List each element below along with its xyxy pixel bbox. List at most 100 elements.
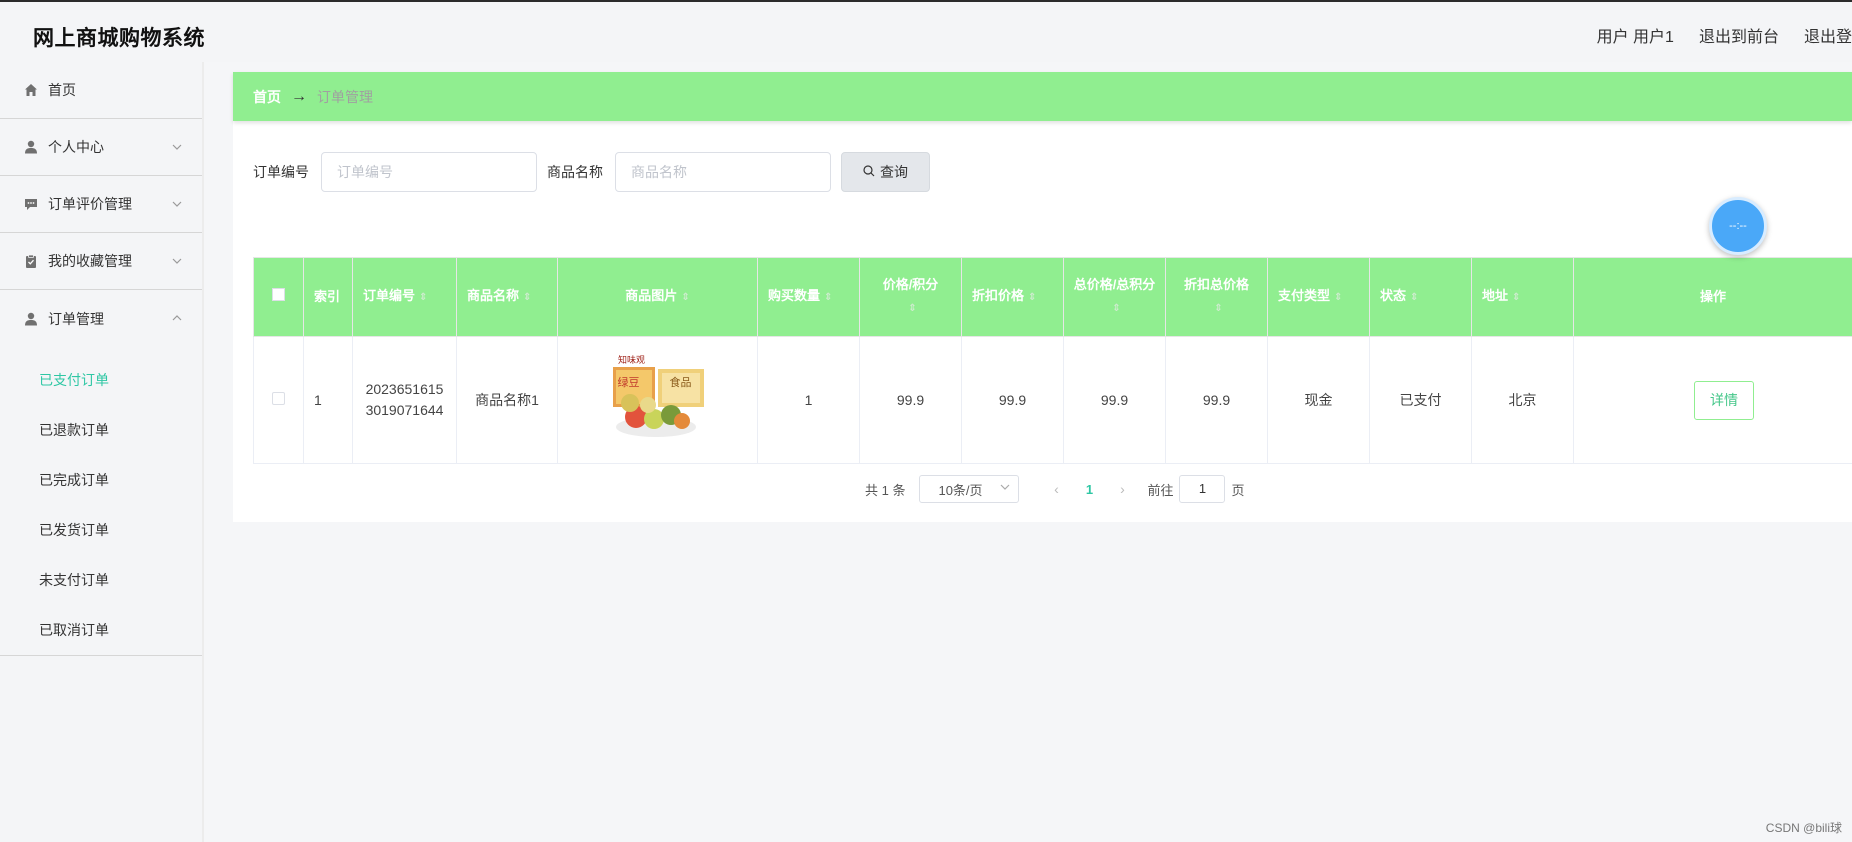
chevron-down-icon xyxy=(1000,482,1010,493)
goto-page-input[interactable]: 1 xyxy=(1179,475,1226,503)
exit-to-front-link[interactable]: 退出到前台 xyxy=(1699,23,1779,47)
column-header-payment-type[interactable]: 支付类型 ⇕ xyxy=(1267,257,1370,337)
breadcrumb-current: 订单管理 xyxy=(317,88,373,105)
sort-icon[interactable]: ⇕ xyxy=(1112,298,1120,320)
orders-table: 索引 订单编号 ⇕ 商品名称 ⇕ 商品图片 ⇕ 购买数量 ⇕ 价格/积分 ⇕ 折扣价格 ⇕ … xyxy=(253,257,1852,464)
sidebar-item-home[interactable]: 首页 xyxy=(0,62,202,119)
sort-icon[interactable]: ⇕ xyxy=(908,298,916,320)
next-page-icon[interactable]: › xyxy=(1107,481,1137,497)
top-header: 网上商城购物系统 用户 用户1 退出到前台 退出登 xyxy=(0,2,1852,62)
column-header-product-image[interactable]: 商品图片 ⇕ xyxy=(557,257,758,337)
submenu-item-unpaid-orders[interactable]: 未支付订单 xyxy=(0,555,202,605)
sort-icon[interactable]: ⇕ xyxy=(419,287,427,309)
floating-assistant-ball[interactable]: --:-- xyxy=(1709,197,1767,255)
sidebar-item-order-management[interactable]: 订单管理 xyxy=(0,290,202,347)
chevron-down-icon xyxy=(172,141,182,153)
floating-ball-label: --:-- xyxy=(1729,220,1747,232)
search-button-label: 查询 xyxy=(880,164,908,180)
order-no-label: 订单编号 xyxy=(253,164,309,180)
column-header-discount-price[interactable]: 折扣价格 ⇕ xyxy=(961,257,1064,337)
product-box-text-2: 食品 xyxy=(669,377,692,389)
submenu-item-completed-orders[interactable]: 已完成订单 xyxy=(0,455,202,505)
row-select-cell xyxy=(253,336,304,464)
sort-icon[interactable]: ⇕ xyxy=(824,287,832,309)
home-icon xyxy=(24,83,38,97)
column-header-index: 索引 xyxy=(303,257,353,337)
sort-icon[interactable]: ⇕ xyxy=(1512,287,1520,309)
column-header-product-name[interactable]: 商品名称 ⇕ xyxy=(456,257,558,337)
search-button[interactable]: 查询 xyxy=(841,152,930,192)
sort-icon[interactable]: ⇕ xyxy=(1214,298,1222,320)
sidebar-item-order-review[interactable]: 订单评价管理 xyxy=(0,176,202,233)
row-discount-total: 99.9 xyxy=(1165,336,1268,464)
row-payment-type: 现金 xyxy=(1267,336,1370,464)
submenu-item-paid-orders[interactable]: 已支付订单 xyxy=(0,355,202,405)
column-header-discount-total[interactable]: 折扣总价格 ⇕ xyxy=(1165,257,1268,337)
sidebar-item-label: 我的收藏管理 xyxy=(48,253,132,269)
row-price: 99.9 xyxy=(859,336,962,464)
order-submenu: 已支付订单 已退款订单 已完成订单 已发货订单 未支付订单 已取消订单 xyxy=(0,347,202,656)
breadcrumb-home[interactable]: 首页 xyxy=(253,87,281,107)
page-number-current[interactable]: 1 xyxy=(1071,482,1107,497)
submenu-item-cancelled-orders[interactable]: 已取消订单 xyxy=(0,605,202,655)
row-product-image: 知味观 绿豆 食品 xyxy=(557,336,758,464)
goto-label: 前往 xyxy=(1147,482,1174,498)
row-status: 已支付 xyxy=(1369,336,1472,464)
sidebar: 首页 个人中心 订单评价管理 我的收藏管理 订单管理 已支付订单 已退款订单 已… xyxy=(0,62,204,842)
column-header-order-no[interactable]: 订单编号 ⇕ xyxy=(352,257,457,337)
table-header-row: 索引 订单编号 ⇕ 商品名称 ⇕ 商品图片 ⇕ 购买数量 ⇕ 价格/积分 ⇕ 折扣价格 ⇕ … xyxy=(253,257,1852,337)
pagination-total: 共 1 条 xyxy=(865,482,906,498)
chevron-down-icon xyxy=(172,198,182,210)
sidebar-item-personal-center[interactable]: 个人中心 xyxy=(0,119,202,176)
sidebar-item-label: 个人中心 xyxy=(48,139,104,155)
sidebar-item-label: 订单管理 xyxy=(48,310,104,327)
page-unit-label: 页 xyxy=(1231,482,1245,498)
product-name-input[interactable] xyxy=(615,152,831,192)
sort-icon[interactable]: ⇕ xyxy=(1028,287,1036,309)
column-header-price[interactable]: 价格/积分 ⇕ xyxy=(859,257,962,337)
row-address: 北京 xyxy=(1471,336,1574,464)
watermark-text: CSDN @bili球 xyxy=(1765,821,1842,835)
clipboard-icon xyxy=(24,254,38,268)
select-all-checkbox[interactable] xyxy=(272,288,285,301)
user-icon xyxy=(24,140,38,154)
header-actions: 用户 用户1 退出到前台 退出登 xyxy=(1597,23,1852,47)
search-icon xyxy=(863,164,875,180)
app-title: 网上商城购物系统 xyxy=(33,27,205,50)
table-row[interactable]: 1 20236516153019071644 商品名称1 知味观 绿豆 食品 1… xyxy=(253,336,1852,464)
submenu-item-shipped-orders[interactable]: 已发货订单 xyxy=(0,505,202,555)
sort-icon[interactable]: ⇕ xyxy=(523,287,531,309)
product-image[interactable]: 知味观 绿豆 食品 xyxy=(608,355,708,445)
page-size-value: 10条/页 xyxy=(938,482,983,498)
column-header-total-price[interactable]: 总价格/总积分⇕ xyxy=(1063,257,1166,337)
row-checkbox[interactable] xyxy=(272,392,285,405)
order-no-input[interactable] xyxy=(321,152,537,192)
column-header-quantity[interactable]: 购买数量 ⇕ xyxy=(757,257,860,337)
sidebar-item-label: 订单评价管理 xyxy=(48,196,132,212)
current-user-label: 用户 用户1 xyxy=(1596,29,1674,46)
row-index: 1 xyxy=(303,336,353,464)
row-product-name: 商品名称1 xyxy=(456,336,558,464)
product-brand-text: 知味观 xyxy=(617,355,645,365)
sort-icon[interactable]: ⇕ xyxy=(1410,287,1418,309)
pagination: 共 1 条 10条/页 ‹ 1 › 前往 1 页 xyxy=(865,475,1245,503)
row-actions: 详情 xyxy=(1573,336,1852,464)
detail-button[interactable]: 详情 xyxy=(1694,380,1754,420)
column-header-actions: 操作 xyxy=(1573,257,1852,337)
column-header-status[interactable]: 状态 ⇕ xyxy=(1369,257,1472,337)
sidebar-item-favorites[interactable]: 我的收藏管理 xyxy=(0,233,202,290)
page-size-select[interactable]: 10条/页 xyxy=(919,475,1020,503)
user-icon xyxy=(24,312,38,326)
product-box-text-1: 绿豆 xyxy=(617,377,640,389)
submenu-item-refunded-orders[interactable]: 已退款订单 xyxy=(0,405,202,455)
sort-icon[interactable]: ⇕ xyxy=(1334,287,1342,309)
sidebar-item-label: 首页 xyxy=(48,82,76,98)
row-discount-price: 99.9 xyxy=(961,336,1064,464)
prev-page-icon[interactable]: ‹ xyxy=(1041,481,1071,497)
row-order-no: 20236516153019071644 xyxy=(352,336,457,464)
logout-link[interactable]: 退出登 xyxy=(1804,23,1852,47)
main-content: 首页 → 订单管理 订单编号 商品名称 查询 索引 订单编号⇕ 商品名称⇕ 商品… xyxy=(233,72,1852,522)
column-header-address[interactable]: 地址 ⇕ xyxy=(1471,257,1574,337)
row-quantity: 1 xyxy=(757,336,860,464)
sort-icon[interactable]: ⇕ xyxy=(681,287,689,309)
